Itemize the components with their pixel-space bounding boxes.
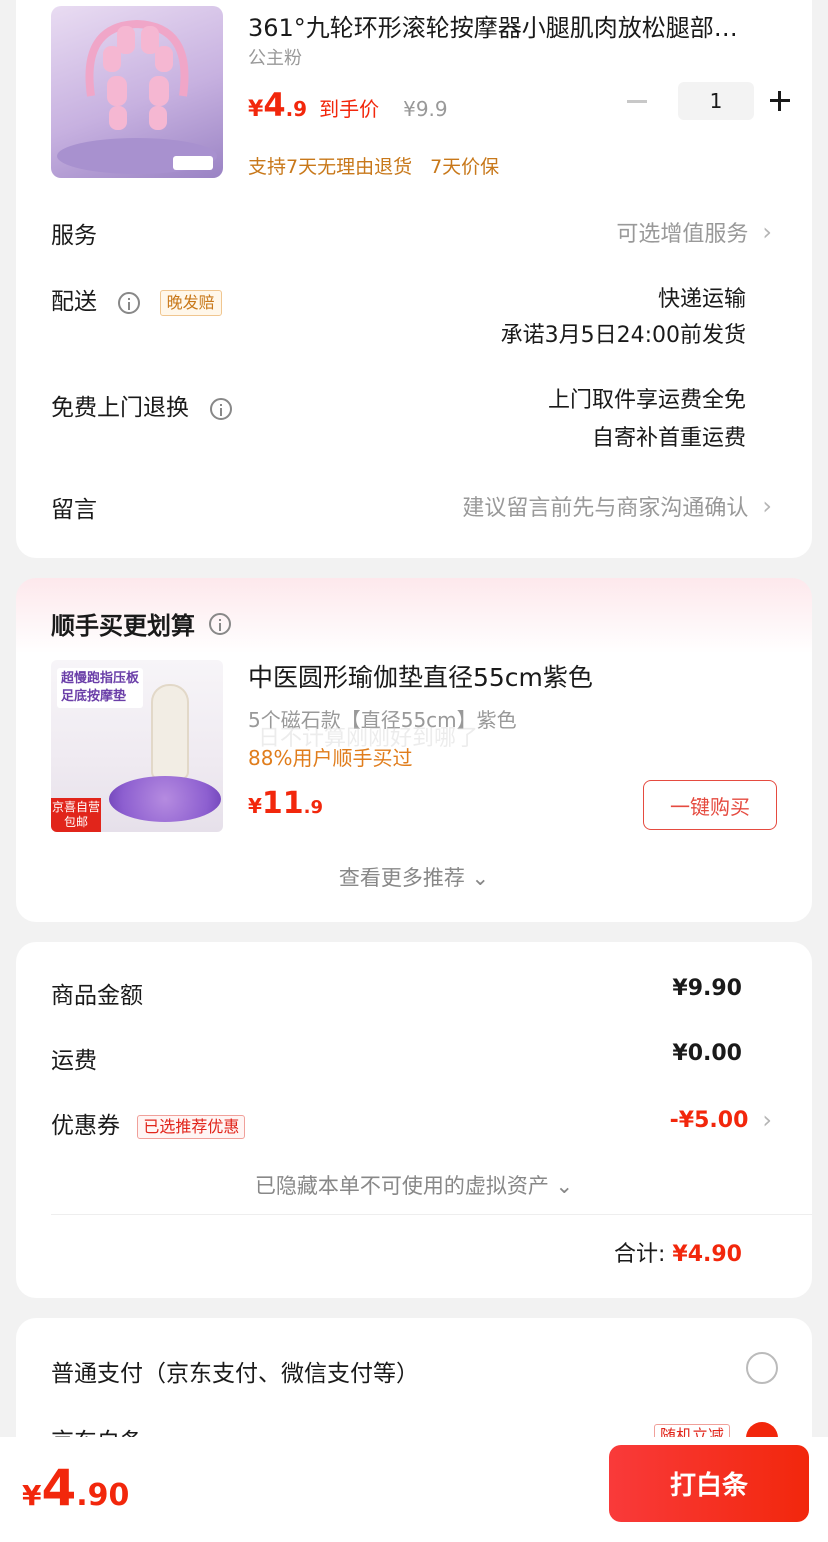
product-title[interactable]: 361°九轮环形滚轮按摩器小腿肌肉放松腿部… [248,8,768,43]
delivery-method: 快递运输 [657,287,746,312]
image-banner-line1: 超慢跑指压板 [61,671,140,686]
price-currency: ¥ [248,794,262,818]
price-integer: 4 [41,1459,77,1517]
shipping-label: 运费 [51,1048,97,1074]
model-figure [151,684,189,780]
one-click-buy-button[interactable]: 一键购买 [643,780,777,830]
product-spec: 公主粉 [248,48,302,69]
recommend-card: 顺手买更划算 超慢跑指压板 足底按摩垫 京喜自营 包邮 中医圆形瑜伽垫直径55c… [16,578,812,922]
delivery-row-label: 配送 晚发赔 [51,282,222,316]
price-currency: ¥ [248,97,264,122]
support-tags: 支持7天无理由退货 7天价保 [248,152,499,179]
pay-with-baitiao-button[interactable]: 打白条 [609,1445,809,1522]
recommend-title-text: 顺手买更划算 [51,612,195,640]
coupon-value: -¥5.00 [669,1107,749,1133]
total-amount: 合计: ¥4.90 [614,1236,742,1268]
image-banner-line2: 足底按摩垫 [61,689,127,704]
coupon-label: 优惠券 [51,1113,120,1139]
late-compensation-badge: 晚发赔 [159,289,222,316]
service-label: 服务 [51,223,97,249]
info-icon[interactable] [209,612,231,635]
recommend-section-title: 顺手买更划算 [51,606,231,641]
amount-summary-card: 商品金额 ¥9.90 运费 ¥0.00 优惠券 已选推荐优惠 -¥5.00 › … [16,942,812,1298]
delivery-promise: 承诺3月5日24:00前发货 [500,323,746,348]
price-decimal: .9 [303,797,324,818]
chevron-right-icon: › [762,218,772,246]
order-confirm-page: 361°九轮环形滚轮按摩器小腿肌肉放松腿部… 公主粉 ¥ 4 .9 到手价 ¥9… [0,0,828,1542]
hidden-assets-label: 已隐藏本单不可使用的虚拟资产 [254,1174,549,1198]
message-placeholder: 建议留言前先与商家沟通确认 [462,496,749,521]
chevron-right-icon: › [762,1106,772,1134]
message-label: 留言 [51,497,97,523]
recommend-product-title[interactable]: 中医圆形瑜伽垫直径55cm紫色 [248,658,593,694]
total-value: ¥4.90 [672,1242,742,1267]
free-return-label: 免费上门退换 [51,395,189,421]
decrease-quantity-button[interactable] [622,86,652,116]
price-decimal: .90 [76,1478,130,1513]
price-integer: 11 [261,786,304,821]
delivery-label: 配送 [51,289,97,315]
service-value: 可选增值服务 [616,222,749,247]
quantity-stepper: 1 [622,82,796,120]
info-icon[interactable] [210,397,233,420]
self-operated-tag-line2: 包邮 [63,815,88,829]
image-banner: 超慢跑指压板 足底按摩垫 [57,668,144,708]
hidden-assets-toggle[interactable]: 已隐藏本单不可使用的虚拟资产 ⌄ [16,1170,812,1200]
coupon-row[interactable]: -¥5.00 › [670,1106,772,1134]
total-label: 合计: [613,1242,666,1267]
see-more-label: 查看更多推荐 [338,866,465,890]
goods-amount-value: ¥9.90 [672,976,742,1001]
message-input[interactable]: 建议留言前先与商家沟通确认 › [462,490,772,522]
chevron-right-icon: › [762,492,772,520]
chevron-down-icon: ⌄ [471,866,490,890]
order-item-card: 361°九轮环形滚轮按摩器小腿肌肉放松腿部… 公主粉 ¥ 4 .9 到手价 ¥9… [16,0,812,558]
price-protect-tag: 7天价保 [430,156,500,178]
product-price: ¥ 4 .9 到手价 ¥9.9 [248,86,448,124]
self-operated-tag: 京喜自营 包邮 [51,798,101,832]
roller-massager-illustration [57,19,217,174]
info-icon[interactable] [118,291,141,314]
increase-quantity-button[interactable] [766,86,796,116]
checkout-total-price: ¥ 4 .90 [22,1459,129,1517]
normal-payment-label[interactable]: 普通支付（京东支付、微信支付等） [51,1354,419,1388]
shipping-value: ¥0.00 [672,1041,742,1066]
goods-amount-label: 商品金额 [51,983,143,1009]
delivery-info[interactable]: 快递运输 承诺3月5日24:00前发货 [501,282,746,354]
coupon-row-label: 优惠券 已选推荐优惠 [51,1106,246,1140]
chevron-down-icon: ⌄ [555,1174,574,1198]
original-price: ¥9.9 [403,97,448,121]
self-operated-tag-line1: 京喜自营 [51,800,100,814]
checkout-bar: ¥ 4 .90 打白条 [0,1437,828,1542]
free-return-line1: 上门取件享运费全免 [547,388,746,413]
coupon-recommended-badge: 已选推荐优惠 [137,1114,246,1139]
price-decimal: .9 [285,97,308,121]
price-final-tag: 到手价 [319,97,380,121]
quantity-value[interactable]: 1 [678,82,754,120]
recommend-product-image[interactable]: 超慢跑指压板 足底按摩垫 京喜自营 包邮 [51,660,223,832]
product-image[interactable] [51,6,223,178]
service-row[interactable]: 可选增值服务 › [616,216,772,248]
normal-payment-radio[interactable] [746,1352,778,1384]
recommend-buy-percent: 88%用户顺手买过 [248,746,413,770]
see-more-recommend-button[interactable]: 查看更多推荐 ⌄ [16,862,812,892]
yoga-mat-shape [109,776,221,822]
free-return-row-label: 免费上门退换 [51,388,233,422]
free-return-line2: 自寄补首重运费 [591,426,746,451]
recommend-price: ¥ 11 .9 [248,786,323,821]
free-return-info: 上门取件享运费全免 自寄补首重运费 [548,382,746,458]
divider [51,1214,812,1215]
return-policy-tag: 支持7天无理由退货 [248,156,413,178]
price-integer: 4 [263,86,286,124]
price-currency: ¥ [22,1479,42,1512]
